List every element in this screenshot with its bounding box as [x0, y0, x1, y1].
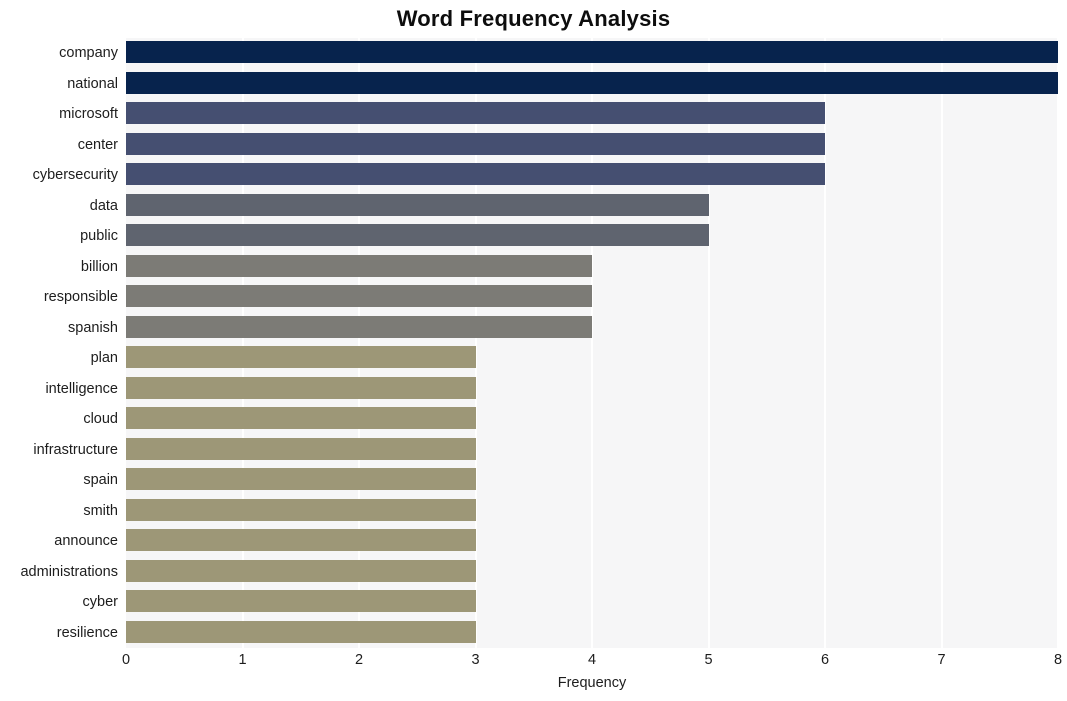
- x-axis-tick-label: 6: [820, 652, 830, 668]
- y-axis-tick-label: smith: [83, 502, 118, 519]
- x-axis-tick-label: 3: [471, 652, 480, 668]
- bar-row[interactable]: [126, 191, 1058, 222]
- bar[interactable]: [126, 468, 476, 491]
- x-axis-tick-label: 0: [121, 652, 131, 668]
- x-axis-tick-label: 1: [238, 652, 247, 668]
- bar-row[interactable]: [126, 526, 1058, 557]
- bar-row[interactable]: [126, 557, 1058, 588]
- chart-title: Word Frequency Analysis: [396, 6, 671, 31]
- y-axis-tick-label: public: [80, 228, 118, 245]
- bar[interactable]: [126, 163, 825, 186]
- y-axis-tick-label: infrastructure: [33, 441, 118, 458]
- bar-row[interactable]: [126, 130, 1058, 161]
- bar[interactable]: [126, 224, 709, 247]
- bar[interactable]: [126, 285, 592, 308]
- y-axis-tick-label: billion: [80, 258, 118, 275]
- y-axis-tick-label: cybersecurity: [32, 167, 118, 184]
- word-frequency-chart: Word Frequency Analysis company national m…: [0, 0, 1067, 701]
- y-axis-tick-label: national: [67, 75, 118, 92]
- bar-row[interactable]: [126, 343, 1058, 374]
- bar[interactable]: [126, 620, 476, 643]
- plot-area: [126, 38, 1059, 648]
- bar[interactable]: [126, 590, 476, 613]
- bar[interactable]: [126, 437, 476, 460]
- y-axis-tick-label: data: [89, 197, 118, 214]
- y-axis-tick-label: administrations: [20, 563, 118, 580]
- x-axis-tick-label: 7: [937, 652, 946, 668]
- bar-row[interactable]: [126, 496, 1058, 527]
- bar-row[interactable]: [126, 99, 1058, 130]
- bar-row[interactable]: [126, 618, 1058, 649]
- bar-row[interactable]: [126, 69, 1058, 100]
- y-axis-tick-label: intelligence: [45, 380, 118, 397]
- y-axis-tick-label: spain: [83, 472, 118, 489]
- bar-row[interactable]: [126, 313, 1058, 344]
- x-axis-tick-label: 2: [354, 652, 364, 668]
- bar[interactable]: [126, 71, 1058, 94]
- y-axis-tick-label: spanish: [68, 319, 118, 336]
- bars-layer: [126, 38, 1058, 648]
- bar-row[interactable]: [126, 404, 1058, 435]
- bar[interactable]: [126, 102, 825, 125]
- bar-row[interactable]: [126, 587, 1058, 618]
- y-axis-tick-labels: company national microsoft center cybersecur…: [0, 38, 118, 648]
- bar-row[interactable]: [126, 252, 1058, 283]
- bar[interactable]: [126, 132, 825, 155]
- y-axis-tick-label: responsible: [43, 289, 118, 306]
- bar-row[interactable]: [126, 38, 1058, 69]
- bar[interactable]: [126, 559, 476, 582]
- bar[interactable]: [126, 529, 476, 552]
- bar-row[interactable]: [126, 160, 1058, 191]
- bar-row[interactable]: [126, 221, 1058, 252]
- bar[interactable]: [126, 376, 476, 399]
- y-axis-tick-label: microsoft: [59, 106, 118, 123]
- bar[interactable]: [126, 346, 476, 369]
- bar-row[interactable]: [126, 435, 1058, 466]
- x-axis-tick-label: 8: [1053, 652, 1063, 668]
- bar-row[interactable]: [126, 282, 1058, 313]
- y-axis-tick-label: company: [59, 45, 118, 62]
- bar[interactable]: [126, 254, 592, 277]
- y-axis-tick-label: resilience: [56, 624, 118, 641]
- x-axis-tick-label: 4: [587, 652, 597, 668]
- y-axis-tick-label: cloud: [83, 411, 118, 428]
- bar[interactable]: [126, 407, 476, 430]
- bar-row[interactable]: [126, 374, 1058, 405]
- y-axis-tick-label: plan: [90, 350, 118, 367]
- y-axis-tick-label: cyber: [82, 594, 118, 611]
- bar[interactable]: [126, 41, 1058, 64]
- y-axis-tick-label: center: [77, 136, 118, 153]
- bar-row[interactable]: [126, 465, 1058, 496]
- x-axis-label: Frequency: [557, 675, 627, 691]
- bar[interactable]: [126, 193, 709, 216]
- bar[interactable]: [126, 498, 476, 521]
- y-axis-tick-label: announce: [54, 533, 118, 550]
- bar[interactable]: [126, 315, 592, 338]
- x-axis-tick-label: 5: [704, 652, 713, 668]
